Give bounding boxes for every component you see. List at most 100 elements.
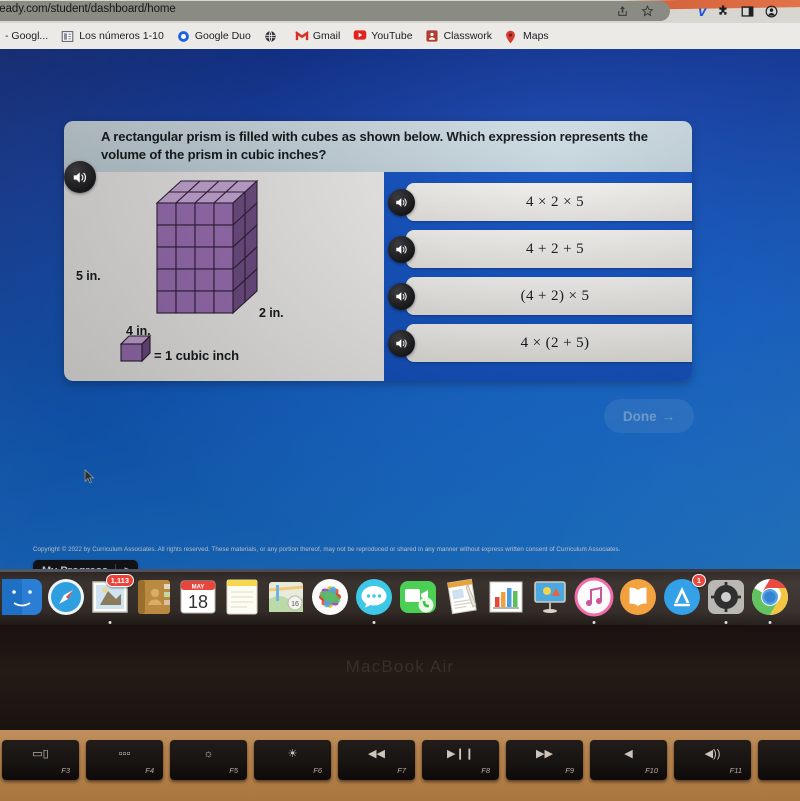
answer-option-text: 4 × 2 × 5 xyxy=(525,193,585,210)
answer-option-text: 4 + 2 + 5 xyxy=(525,240,585,257)
sidebar-panel-icon[interactable] xyxy=(741,5,754,18)
bookmark-star-icon[interactable] xyxy=(641,4,654,18)
dock-item-messages[interactable] xyxy=(354,577,394,624)
duo-favicon xyxy=(177,30,190,43)
key-f11[interactable]: ◀)) F11 xyxy=(674,740,751,780)
address-bar-actions xyxy=(616,4,654,18)
prism-depth-label: 2 in. xyxy=(259,306,284,320)
youtube-favicon xyxy=(353,29,367,43)
dock-item-ibooks[interactable] xyxy=(618,577,658,617)
keyboard-function-row: ▭▯ F3 ▫▫▫ F4 ☼ F5 ☀ F6 ◀◀ F7 ▶❙❙ F8 ▶▶ F… xyxy=(0,740,800,801)
mute-icon: ◀ xyxy=(624,748,633,760)
key-f9[interactable]: ▶▶ F9 xyxy=(506,740,583,780)
play-pause-icon: ▶❙❙ xyxy=(447,748,474,760)
bookmark-item-google[interactable]: - Googl... xyxy=(0,28,53,44)
bookmark-label: Maps xyxy=(523,30,549,42)
bookmark-item-gmail[interactable]: Gmail xyxy=(290,28,345,45)
bookmark-label: - Googl... xyxy=(5,30,49,42)
extensions-puzzle-icon[interactable] xyxy=(717,4,730,18)
key-f10[interactable]: ◀ F10 xyxy=(590,740,667,780)
bookmark-item-classwork[interactable]: Classwork xyxy=(421,28,497,45)
dock-item-pages[interactable] xyxy=(442,577,482,617)
key-label: F3 xyxy=(61,766,70,775)
bookmark-label: Google Duo xyxy=(194,30,251,42)
done-button-label: Done xyxy=(622,408,657,424)
question-speaker-button[interactable] xyxy=(64,161,96,193)
option-c-speaker-button[interactable] xyxy=(388,283,415,310)
key-label: F8 xyxy=(481,766,490,775)
key-f4[interactable]: ▫▫▫ F4 xyxy=(86,740,163,780)
prism-height-label: 5 in. xyxy=(76,269,101,283)
screenshot-root: n.i-ready.com/student/dashboard/home v xyxy=(0,0,800,801)
bookmark-label: Classwork xyxy=(443,30,492,42)
keyboard-backlight-down-icon: ☼ xyxy=(203,748,214,760)
globe-favicon xyxy=(264,30,277,43)
prism-width-label: 4 in. xyxy=(126,324,151,338)
running-indicator xyxy=(592,621,596,624)
key-f7[interactable]: ◀◀ F7 xyxy=(338,740,415,780)
cube-legend-label: = 1 cubic inch xyxy=(154,348,239,363)
svg-text:16: 16 xyxy=(291,601,299,608)
dock-item-facetime[interactable] xyxy=(398,577,438,617)
arrow-right-icon: → xyxy=(661,408,676,424)
dock-item-maps[interactable]: 16 xyxy=(266,577,306,617)
dock-item-app-store[interactable]: 1 xyxy=(662,574,706,617)
dock-item-safari[interactable] xyxy=(46,577,86,617)
vimeo-extension-icon[interactable]: v xyxy=(698,4,706,18)
bookmark-label: YouTube xyxy=(371,30,413,42)
dock-item-chrome[interactable] xyxy=(750,577,790,624)
speaker-audio-icon xyxy=(73,171,86,183)
volume-down-icon: ◀)) xyxy=(704,748,721,760)
bookmark-item-maps[interactable]: Maps xyxy=(500,28,554,45)
slides-favicon xyxy=(61,30,74,43)
answer-option-b[interactable]: 4 + 2 + 5 xyxy=(406,230,692,268)
rewind-icon: ◀◀ xyxy=(368,748,385,760)
key-label: F10 xyxy=(645,766,658,775)
mouse-cursor xyxy=(84,469,95,484)
key-f6[interactable]: ☀ F6 xyxy=(254,740,331,780)
option-d-speaker-button[interactable] xyxy=(388,330,415,357)
gmail-favicon xyxy=(295,30,309,43)
dock-item-mail[interactable]: 1,113 xyxy=(90,574,134,624)
keyboard-backlight-up-icon: ☀ xyxy=(287,748,298,760)
bookmark-label: Gmail xyxy=(312,30,341,42)
answer-option-c[interactable]: (4 + 2) × 5 xyxy=(406,277,692,315)
speaker-audio-icon xyxy=(395,198,407,207)
dock-item-itunes[interactable] xyxy=(574,577,614,624)
running-indicator xyxy=(108,621,112,624)
bookmark-label: Los números 1-10 xyxy=(79,30,164,42)
dock-item-system-preferences[interactable] xyxy=(706,577,746,624)
laptop-bottom-bezel: MacBook Air xyxy=(0,625,800,730)
address-bar[interactable]: n.i-ready.com/student/dashboard/home v xyxy=(0,1,778,21)
answer-option-d[interactable]: 4 × (2 + 5) xyxy=(406,324,692,362)
key-f12[interactable] xyxy=(758,740,800,780)
option-b-speaker-button[interactable] xyxy=(388,236,415,263)
option-a-speaker-button[interactable] xyxy=(388,189,415,216)
answer-option-a[interactable]: 4 × 2 × 5 xyxy=(406,183,692,221)
browser-chrome: n.i-ready.com/student/dashboard/home v xyxy=(0,0,800,49)
macos-dock: 1,113 MAY 18 16 1 xyxy=(0,569,800,625)
key-label: F11 xyxy=(729,766,742,775)
bookmark-item-google-duo[interactable]: Google Duo xyxy=(172,28,256,45)
dock-item-keynote[interactable] xyxy=(530,577,570,617)
my-progress-button[interactable]: My Progress > xyxy=(33,560,139,569)
key-f8[interactable]: ▶❙❙ F8 xyxy=(422,740,499,780)
key-label: F6 xyxy=(313,766,322,775)
dock-item-contacts[interactable] xyxy=(134,577,174,617)
dock-item-finder[interactable] xyxy=(2,577,42,617)
key-f5[interactable]: ☼ F5 xyxy=(170,740,247,780)
question-card: A rectangular prism is filled with cubes… xyxy=(64,121,692,381)
share-icon[interactable] xyxy=(616,4,629,18)
dock-item-notes[interactable] xyxy=(222,577,262,617)
profile-avatar-icon[interactable] xyxy=(765,5,778,18)
dock-item-photos[interactable] xyxy=(310,577,350,617)
answer-option-text: (4 + 2) × 5 xyxy=(520,287,590,304)
dock-item-calendar[interactable]: MAY 18 xyxy=(178,577,218,617)
bookmark-item-youtube[interactable]: YouTube xyxy=(348,28,417,45)
launchpad-icon: ▫▫▫ xyxy=(118,748,131,760)
bookmark-item-globe[interactable] xyxy=(259,28,287,45)
bookmark-item-los-numeros[interactable]: Los números 1-10 xyxy=(56,28,169,45)
done-button[interactable]: Done → xyxy=(604,399,694,433)
dock-item-numbers[interactable] xyxy=(486,577,526,617)
key-f3[interactable]: ▭▯ F3 xyxy=(2,740,79,780)
